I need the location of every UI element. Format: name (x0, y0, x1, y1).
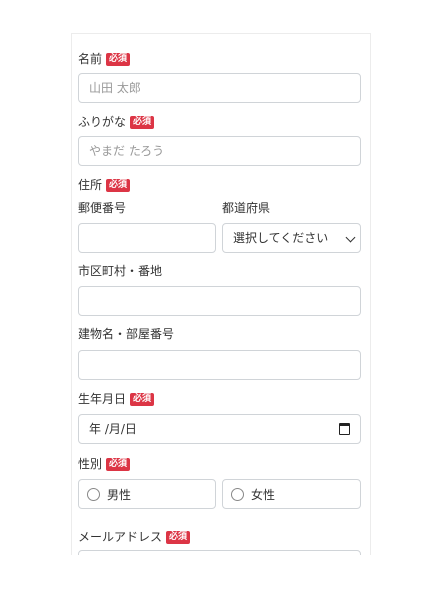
kana-input[interactable]: やまだ たろう (78, 136, 361, 166)
gender-label: 性別 (78, 457, 103, 471)
name-input[interactable]: 山田 太郎 (78, 73, 361, 103)
prefecture-selected-value: 選択してください (233, 231, 329, 245)
gender-option-label: 女性 (251, 487, 276, 502)
name-placeholder: 山田 太郎 (89, 81, 141, 95)
registration-form-card: 名前 必須 山田 太郎 ふりがな 必須 やまだ たろう 住所 必須 郵便番号 都… (71, 33, 371, 555)
birthdate-value: 年 /月/日 (89, 422, 137, 436)
chevron-down-icon (345, 232, 356, 243)
gender-option-label: 男性 (107, 487, 132, 502)
radio-button[interactable] (87, 487, 100, 501)
building-label: 建物名・部屋番号 (78, 327, 175, 341)
gender-option-male[interactable]: 男性 (78, 479, 216, 509)
required-badge: 必須 (130, 116, 155, 129)
address-group: 住所 必須 (78, 177, 361, 194)
email-input[interactable] (78, 550, 361, 555)
gender-group: 性別 必須 (78, 456, 361, 473)
required-badge: 必須 (130, 393, 155, 406)
postal-code-input[interactable] (78, 223, 216, 253)
gender-option-female[interactable]: 女性 (222, 479, 361, 509)
kana-placeholder: やまだ たろう (89, 144, 165, 158)
required-badge: 必須 (166, 531, 191, 544)
required-badge: 必須 (106, 53, 131, 66)
radio-button[interactable] (231, 487, 244, 501)
required-badge: 必須 (106, 458, 131, 471)
calendar-icon[interactable] (339, 423, 350, 435)
name-group: 名前 必須 (78, 51, 361, 68)
birthdate-label: 生年月日 (78, 392, 127, 406)
address-label: 住所 (78, 178, 103, 192)
building-input[interactable] (78, 350, 361, 380)
city-input[interactable] (78, 286, 361, 316)
prefecture-label: 都道府県 (222, 201, 271, 215)
birthdate-input[interactable]: 年 /月/日 (78, 414, 361, 444)
email-group: メールアドレス 必須 (78, 529, 361, 546)
email-label: メールアドレス (78, 530, 163, 544)
required-badge: 必須 (106, 179, 131, 192)
birthdate-group: 生年月日 必須 (78, 391, 361, 408)
prefecture-select[interactable]: 選択してください (222, 223, 361, 253)
kana-group: ふりがな 必須 (78, 114, 361, 131)
name-label: 名前 (78, 52, 103, 66)
city-label: 市区町村・番地 (78, 264, 163, 278)
kana-label: ふりがな (78, 115, 127, 129)
postal-code-label: 郵便番号 (78, 201, 127, 215)
